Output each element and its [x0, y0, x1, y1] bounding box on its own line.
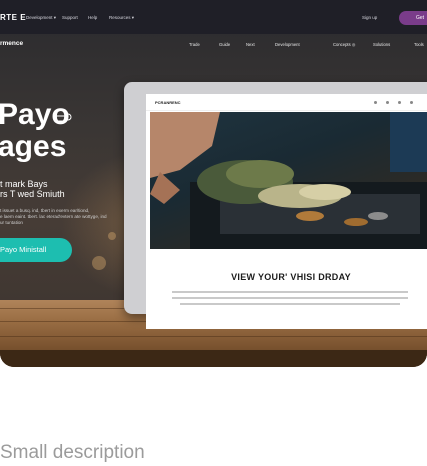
- coin-stack-icon: [56, 113, 72, 122]
- hero-body-line2: e laem eaint. tbert. lac eterad'evtern a…: [0, 214, 107, 219]
- secnav-item-guide[interactable]: Guide: [219, 42, 230, 47]
- bokeh-light: [108, 232, 116, 240]
- nav-item-development[interactable]: Development ▾: [26, 15, 56, 21]
- nav-item-support[interactable]: Support: [62, 15, 78, 20]
- screen-nav-icon: [386, 101, 389, 104]
- screen-text-line: [172, 291, 408, 293]
- hero-cta-button[interactable]: Payo Ministall: [0, 238, 72, 262]
- desk-edge: [0, 350, 427, 367]
- hero-body-line3: ur tuntation: [0, 220, 23, 225]
- site-top-nav: RTE E Development ▾ Support Help Resourc…: [0, 0, 427, 34]
- secnav-item-solutions[interactable]: Solutions: [373, 42, 390, 47]
- preview-card[interactable]: RTE E Development ▾ Support Help Resourc…: [0, 0, 427, 367]
- hero-body-line1: t issuet a busq. ind, tbert in exerm ear…: [0, 208, 90, 213]
- money-photo-illustration: [150, 112, 427, 249]
- card-description: Small description: [0, 442, 145, 463]
- screen-nav-icon: [374, 101, 377, 104]
- hero-subtitle-line2: rs T wed Smiuth: [0, 189, 65, 199]
- monitor-screen: PCRANRENC VIEW YOUR' VHISI DRDAY: [146, 94, 427, 329]
- wood-grain: [0, 336, 427, 337]
- get-started-button[interactable]: Get: [399, 11, 427, 25]
- secnav-item-trade[interactable]: Trade: [189, 42, 200, 47]
- secnav-item-next[interactable]: Next: [246, 42, 255, 47]
- screen-nav: PCRANRENC: [146, 94, 427, 111]
- bokeh-light: [92, 256, 106, 270]
- section-brand[interactable]: rmence: [0, 40, 23, 47]
- nav-item-resources[interactable]: Resources ▾: [109, 15, 134, 21]
- screen-nav-icon: [410, 101, 413, 104]
- signup-link[interactable]: Sign up: [362, 15, 377, 20]
- nav-item-help[interactable]: Help: [88, 15, 97, 20]
- secnav-item-development[interactable]: Development: [275, 42, 300, 47]
- secnav-item-tools[interactable]: Tools: [414, 42, 424, 47]
- screen-nav-icon: [398, 101, 401, 104]
- screen-brand: PCRANRENC: [155, 100, 181, 105]
- screen-text-line: [172, 297, 408, 299]
- screen-headline: VIEW YOUR' VHISI DRDAY: [231, 272, 351, 282]
- hero-title-line2: ages: [0, 130, 67, 163]
- secnav-item-concepts[interactable]: Concepts ◎: [333, 42, 356, 47]
- money-photo: [150, 112, 427, 249]
- site-brand[interactable]: RTE E: [0, 13, 26, 22]
- hero-subtitle-line1: t mark Bays: [0, 179, 48, 189]
- screen-text-line: [180, 303, 400, 305]
